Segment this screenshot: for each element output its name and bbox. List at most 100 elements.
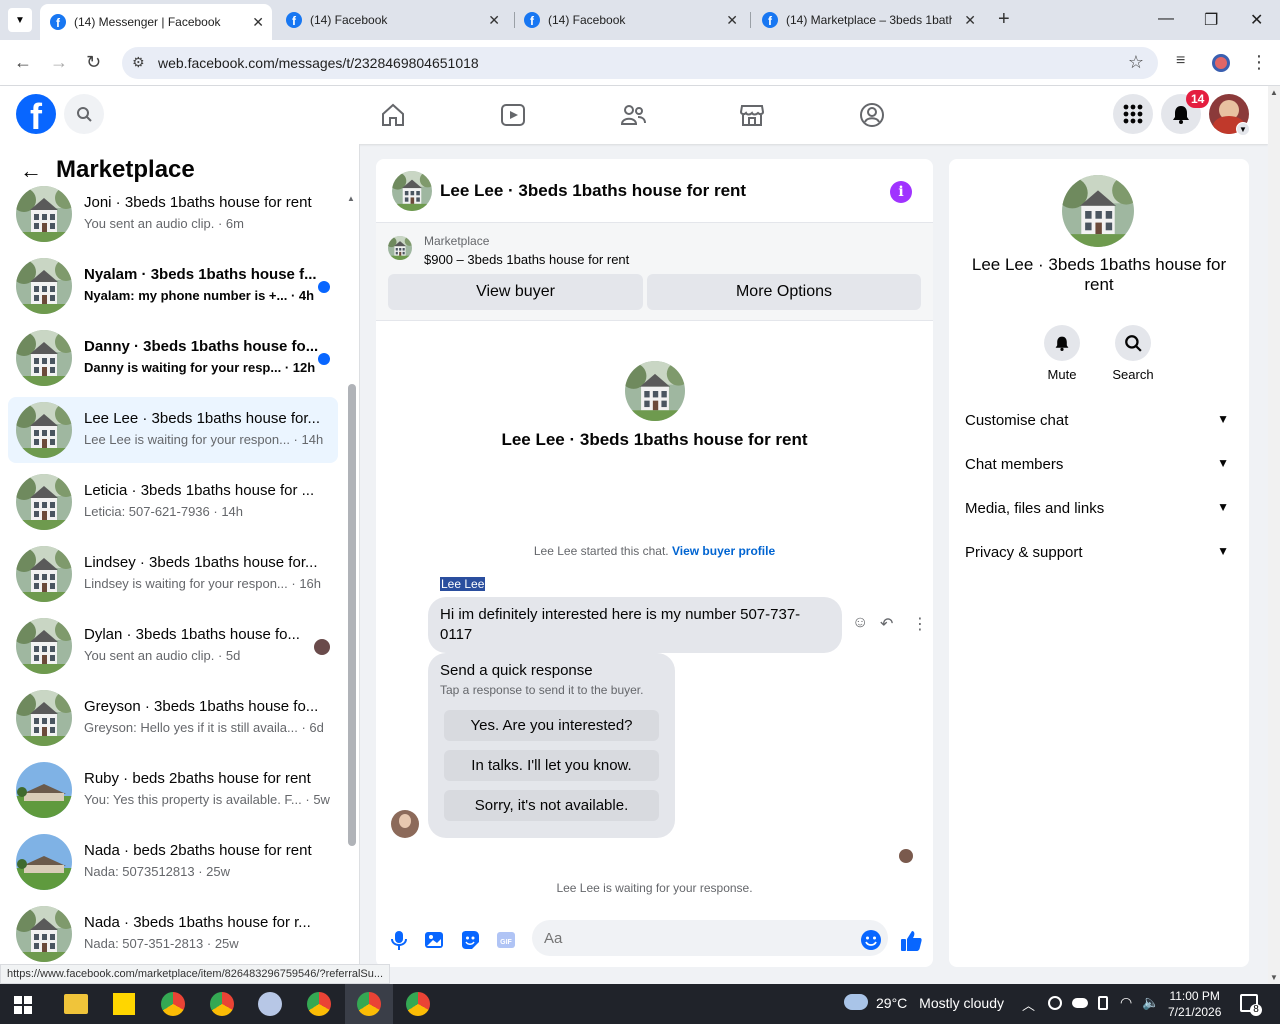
tab-list-dropdown[interactable]: ▼ [8, 8, 32, 32]
conversation-item[interactable]: Ruby · beds 2baths house for rent You: Y… [8, 757, 338, 823]
home-icon[interactable] [380, 102, 406, 128]
seen-avatar [314, 639, 330, 655]
emoji-icon[interactable] [860, 929, 882, 951]
close-tab-icon[interactable]: ✕ [488, 12, 500, 29]
quick-response-button[interactable]: In talks. I'll let you know. [444, 750, 659, 781]
quick-response-button[interactable]: Sorry, it's not available. [444, 790, 659, 821]
media-files-links-section[interactable]: Media, files and links ▼ [965, 500, 1233, 517]
chat-members-section[interactable]: Chat members ▼ [965, 456, 1233, 473]
chat-avatar[interactable] [392, 171, 432, 211]
privacy-support-section[interactable]: Privacy & support ▼ [965, 544, 1233, 561]
conversation-item[interactable]: Dylan · 3beds 1baths house fo... You sen… [8, 613, 338, 679]
video-icon[interactable] [500, 102, 526, 128]
reload-icon[interactable]: ↻ [86, 52, 101, 73]
sidebar-title: Marketplace [56, 156, 195, 183]
gaming-icon[interactable] [859, 102, 885, 128]
tab-title: (14) Facebook [310, 13, 388, 27]
listing-title[interactable]: $900 – 3beds 1baths house for rent [424, 252, 629, 267]
conversation-item[interactable]: Greyson · 3beds 1baths house fo... Greys… [8, 685, 338, 751]
sticker-icon[interactable] [459, 929, 481, 951]
conversation-item[interactable]: Danny · 3beds 1baths house fo... Danny i… [8, 325, 338, 391]
reply-icon[interactable]: ↶ [880, 614, 893, 634]
browser-tab[interactable]: f (14) Marketplace – 3beds 1bath ✕ [752, 0, 984, 40]
friends-icon[interactable] [620, 102, 646, 128]
weather-widget[interactable]: 29°C Mostly cloudy [842, 995, 1004, 1011]
marketplace-icon[interactable] [739, 102, 765, 128]
customise-chat-section[interactable]: Customise chat ▼ [965, 412, 1233, 429]
conversation-item[interactable]: Lindsey · 3beds 1baths house for... Lind… [8, 541, 338, 607]
chrome-icon[interactable] [406, 992, 430, 1016]
close-tab-icon[interactable]: ✕ [726, 12, 738, 29]
chrome-profile-icon[interactable] [307, 992, 331, 1016]
microphone-icon[interactable] [388, 929, 410, 951]
new-tab-button[interactable]: + [998, 8, 1010, 31]
restore-icon[interactable]: ❐ [1204, 10, 1218, 30]
wifi-icon[interactable]: ◠ [1120, 994, 1132, 1011]
sender-avatar[interactable] [391, 810, 419, 838]
browser-menu-icon[interactable]: ⋮ [1250, 52, 1268, 73]
sidebar-scrollbar[interactable] [348, 384, 356, 846]
conversation-item[interactable]: Nyalam · 3beds 1baths house f... Nyalam:… [8, 253, 338, 319]
thumbs-up-icon[interactable] [899, 929, 923, 953]
conversation-item[interactable]: Nada · 3beds 1baths house for r... Nada:… [8, 901, 338, 967]
chrome-icon[interactable] [161, 992, 185, 1016]
marketplace-label: Marketplace [424, 234, 490, 248]
chat-title[interactable]: Lee Lee · 3beds 1baths house for rent [440, 181, 746, 201]
facebook-icon: f [524, 12, 540, 28]
search-button[interactable] [64, 94, 104, 134]
browser-tab[interactable]: f (14) Messenger | Facebook ✕ [40, 4, 272, 40]
volume-icon[interactable]: 🔈 [1142, 994, 1159, 1011]
listing-thumbnail[interactable] [388, 236, 412, 260]
more-actions-icon[interactable]: ⋮ [912, 614, 928, 634]
conversation-item[interactable]: Leticia · 3beds 1baths house for ... Let… [8, 469, 338, 535]
mute-button[interactable]: Mute [1032, 325, 1092, 382]
close-window-icon[interactable]: ✕ [1250, 10, 1263, 30]
search-in-chat-button[interactable]: Search [1103, 325, 1163, 382]
file-explorer-icon[interactable] [64, 994, 88, 1014]
profile-avatar-icon[interactable] [1212, 54, 1230, 72]
back-arrow-icon[interactable]: ← [14, 52, 32, 73]
chrome-active-icon[interactable] [357, 992, 381, 1016]
media-control-icon[interactable]: ≡ [1176, 52, 1185, 70]
chrome-icon[interactable] [210, 992, 234, 1016]
show-hidden-icons-icon[interactable]: ︿ [1022, 995, 1035, 1014]
gif-icon[interactable]: GIF [495, 929, 517, 951]
message-input[interactable] [532, 920, 888, 956]
windows-start-icon[interactable] [14, 996, 32, 1014]
view-buyer-button[interactable]: View buyer [388, 274, 643, 310]
onedrive-icon[interactable] [1072, 998, 1088, 1008]
system-clock[interactable]: 11:00 PM 7/21/2026 [1168, 988, 1221, 1020]
photo-icon[interactable] [423, 929, 445, 951]
close-tab-icon[interactable]: ✕ [252, 14, 264, 31]
page-scrollbar[interactable]: ▲ ▼ [1268, 86, 1280, 984]
scroll-up-arrow-icon[interactable]: ▲ [347, 194, 355, 203]
quick-response-card: Send a quick response Tap a response to … [428, 653, 675, 838]
paint-icon[interactable] [258, 992, 282, 1016]
forward-arrow-icon[interactable]: → [50, 52, 68, 73]
browser-tab[interactable]: f (14) Facebook ✕ [514, 0, 746, 40]
quick-response-button[interactable]: Yes. Are you interested? [444, 710, 659, 741]
conversation-preview: Greyson: Hello yes if it is still availa… [84, 720, 324, 735]
conversation-item[interactable]: Nada · beds 2baths house for rent Nada: … [8, 829, 338, 895]
view-buyer-profile-link[interactable]: View buyer profile [672, 544, 775, 558]
bookmark-star-icon[interactable]: ☆ [1128, 52, 1144, 73]
started-text: Lee Lee started this chat. [533, 544, 669, 558]
facebook-logo[interactable]: f [16, 94, 56, 134]
tray-record-icon[interactable] [1048, 996, 1062, 1010]
message-bubble[interactable]: Hi im definitely interested here is my n… [428, 597, 842, 653]
url-bar[interactable]: ⚙ web.facebook.com/messages/t/2328469804… [122, 47, 1158, 79]
chat-started-notice: Lee Lee started this chat. View buyer pr… [376, 544, 933, 558]
close-tab-icon[interactable]: ✕ [964, 12, 976, 29]
more-options-button[interactable]: More Options [647, 274, 921, 310]
browser-tab[interactable]: f (14) Facebook ✕ [276, 0, 508, 40]
info-icon[interactable]: i [890, 181, 912, 203]
site-info-icon[interactable]: ⚙ [132, 54, 145, 71]
minimize-icon[interactable]: — [1158, 10, 1174, 28]
sticky-notes-icon[interactable] [113, 993, 135, 1015]
tray-device-icon[interactable] [1098, 996, 1108, 1010]
conversation-item-active[interactable]: Lee Lee · 3beds 1baths house for... Lee … [8, 397, 338, 463]
react-emoji-icon[interactable]: ☺ [852, 614, 868, 632]
account-chevron-icon[interactable]: ▼ [1236, 122, 1250, 136]
menu-button[interactable] [1113, 94, 1153, 134]
conversation-item[interactable]: Joni · 3beds 1baths house for rent You s… [8, 181, 338, 247]
